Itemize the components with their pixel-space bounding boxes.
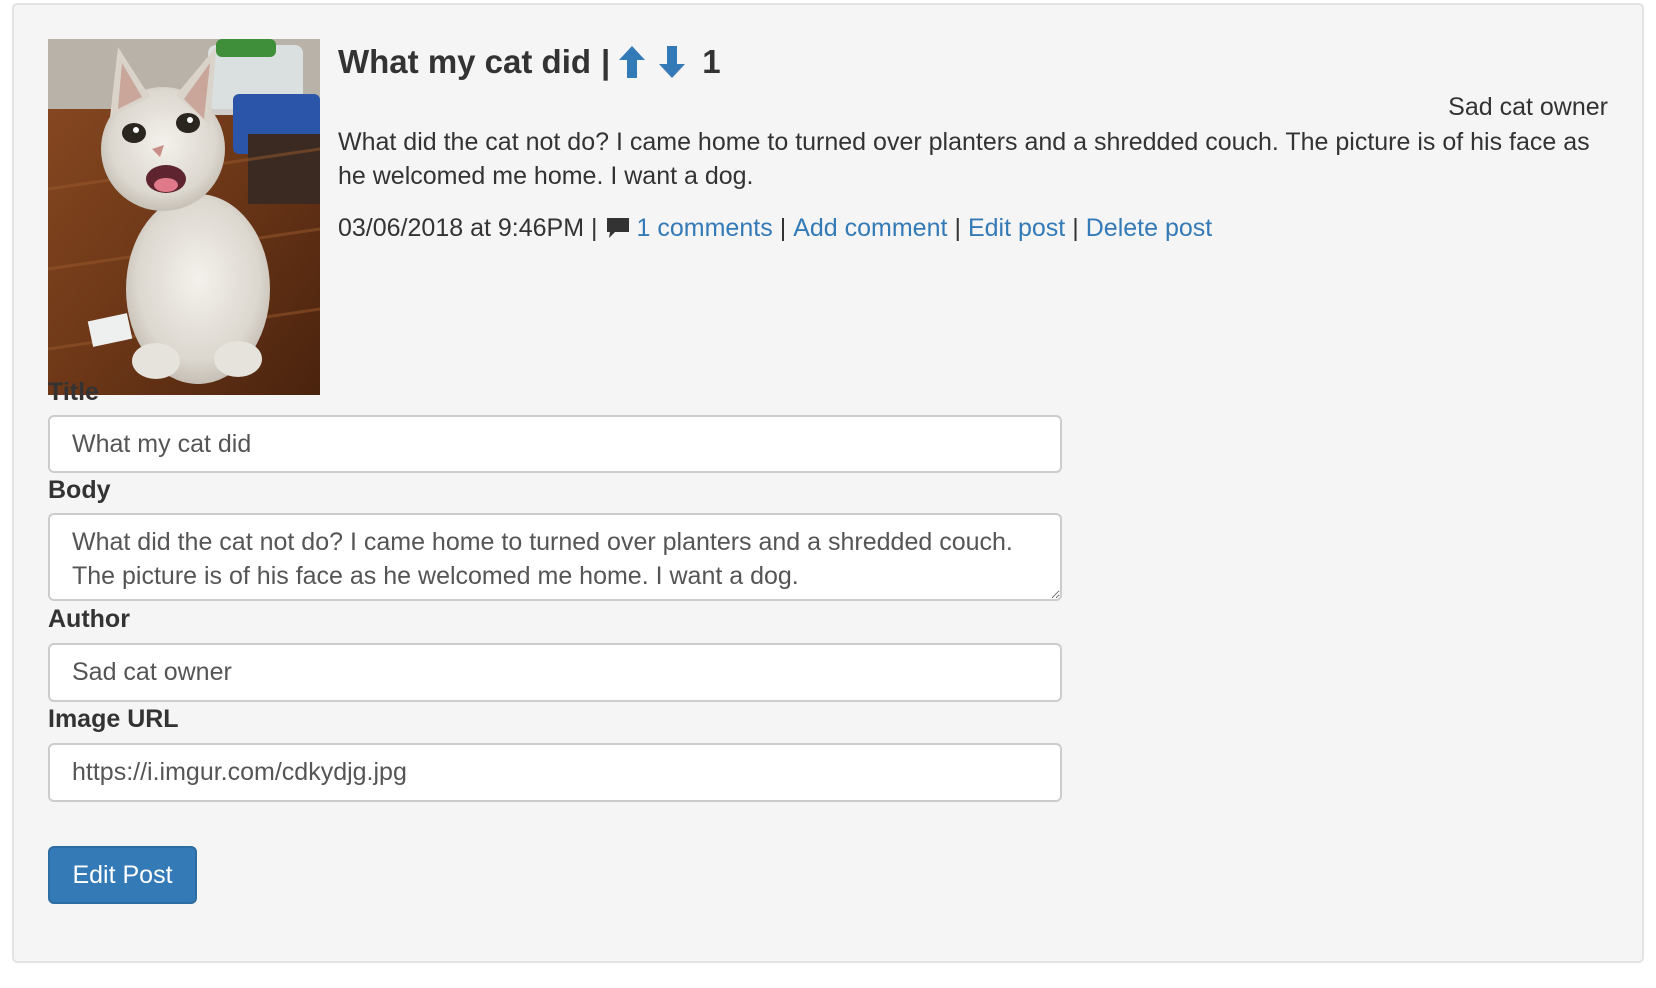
title-input[interactable] xyxy=(48,415,1062,473)
comment-icon xyxy=(605,216,631,240)
meta-separator: | xyxy=(779,214,787,242)
body-textarea[interactable]: What did the cat not do? I came home to … xyxy=(48,513,1062,601)
post-body: What did the cat not do? I came home to … xyxy=(338,128,1590,190)
post-title-text: What my cat did xyxy=(338,43,592,80)
edit-post-link[interactable]: Edit post xyxy=(968,212,1065,244)
delete-post-link[interactable]: Delete post xyxy=(1086,212,1212,244)
author-input[interactable] xyxy=(48,643,1062,702)
meta-separator: | xyxy=(1072,214,1079,242)
arrow-up-icon[interactable] xyxy=(618,45,646,79)
meta-separator: | xyxy=(954,214,961,242)
edit-post-button[interactable]: Edit Post xyxy=(48,846,197,904)
body-label: Body xyxy=(48,476,111,504)
post-author: Sad cat owner xyxy=(1448,93,1608,121)
add-comment-link[interactable]: Add comment xyxy=(793,212,947,244)
author-label: Author xyxy=(48,605,130,633)
post-title: What my cat did | 1 xyxy=(338,41,721,83)
post-image xyxy=(48,39,320,395)
arrow-down-icon[interactable] xyxy=(658,45,686,79)
title-separator: | xyxy=(601,43,611,80)
post-panel: What my cat did | 1 Sad cat owner What d… xyxy=(12,3,1644,963)
post-timestamp: 03/06/2018 at 9:46PM xyxy=(338,214,585,242)
comments-link[interactable]: 1 comments xyxy=(637,212,773,244)
image-url-input[interactable] xyxy=(48,743,1062,802)
vote-count: 1 xyxy=(702,43,721,80)
title-label: Title xyxy=(48,378,99,406)
post-meta: 03/06/2018 at 9:46PM | 1 comments | Add … xyxy=(338,212,1212,244)
meta-separator: | xyxy=(591,214,598,242)
image-url-label: Image URL xyxy=(48,705,179,733)
